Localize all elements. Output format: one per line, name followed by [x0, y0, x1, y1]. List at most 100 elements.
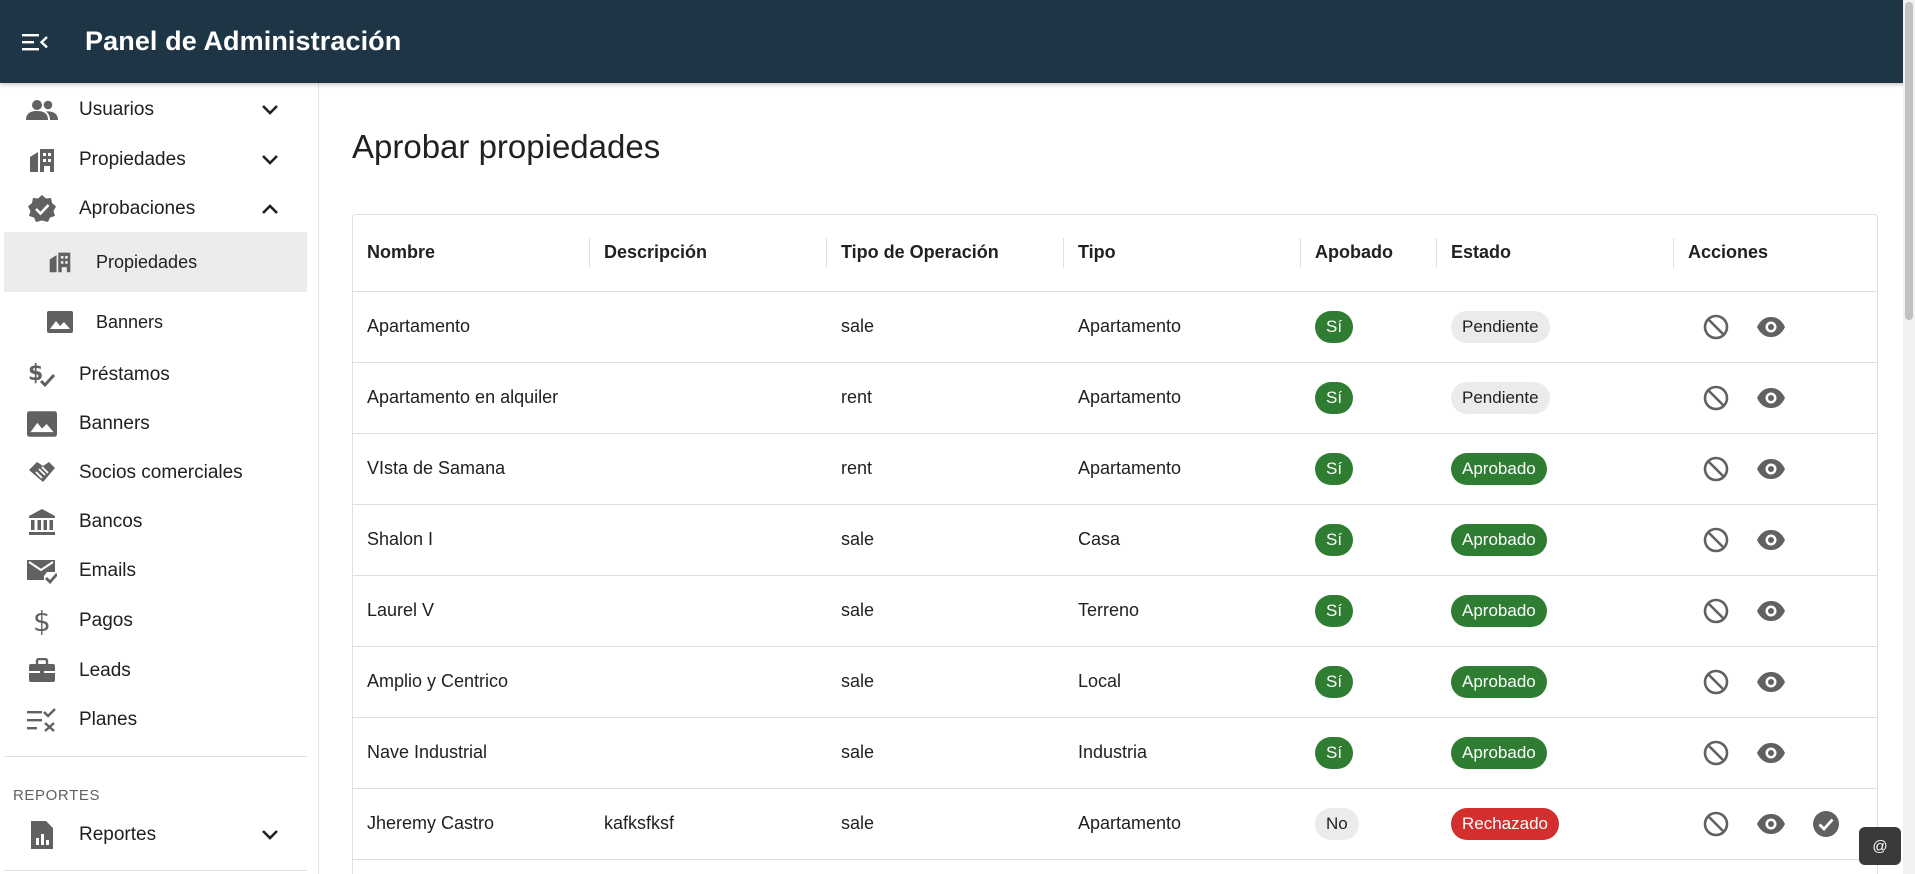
eye-icon[interactable]: [1755, 382, 1787, 414]
cell-estado: Rechazado: [1437, 788, 1674, 860]
cell-tipo-operacion: sale: [827, 717, 1064, 789]
cell-tipo-operacion: sale: [827, 788, 1064, 860]
sidebar-item-label: Socios comerciales: [79, 462, 243, 483]
block-icon[interactable]: [1700, 737, 1732, 769]
sidebar-item-leads[interactable]: Leads: [4, 647, 307, 695]
mark-email-read-icon: [26, 555, 58, 587]
approved-chip: Sí: [1315, 523, 1354, 556]
sidebar-item-label: Usuarios: [79, 99, 154, 120]
sidebar-item-planes[interactable]: Planes: [4, 696, 307, 744]
block-icon[interactable]: [1700, 595, 1732, 627]
main-content: Aprobar propiedades Nombre Descripción T…: [320, 83, 1895, 874]
sidebar-item-label: Aprobaciones: [79, 198, 196, 219]
table-row[interactable]: Laurel V sale Terreno Sí Aprobado: [353, 575, 1877, 647]
sidebar-item-label: Préstamos: [79, 364, 170, 385]
sidebar-item-emails[interactable]: Emails: [4, 547, 307, 595]
column-header-tipo[interactable]: Tipo: [1064, 215, 1301, 292]
cell-tipo-operacion: sale: [827, 504, 1064, 576]
sidebar-subitem-propiedades[interactable]: Propiedades: [4, 232, 307, 292]
cell-acciones: [1674, 646, 1877, 718]
app-title: Panel de Administración: [85, 26, 402, 56]
approved-chip: Sí: [1315, 594, 1354, 627]
cell-tipo: Casa: [1064, 504, 1301, 576]
briefcase-icon: [26, 655, 58, 687]
cell-tipo-operacion: rent: [827, 433, 1064, 505]
sidebar-item-reportes[interactable]: Reportes: [4, 811, 307, 859]
column-header-estado[interactable]: Estado: [1437, 215, 1674, 292]
scrollbar-thumb[interactable]: [1905, 2, 1913, 320]
sidebar-subitem-banners[interactable]: Banners: [4, 298, 307, 346]
table-row[interactable]: Shalon I sale Casa Sí Aprobado: [353, 504, 1877, 576]
table-row[interactable]: Apartamento en alquiler rent Apartamento Sí…: [353, 362, 1877, 434]
column-header-descripcion[interactable]: Descripción: [590, 215, 827, 292]
eye-icon[interactable]: [1755, 595, 1787, 627]
sidebar-item-banners[interactable]: Banners: [4, 400, 307, 448]
section-label-reportes: REPORTES: [13, 787, 101, 804]
cell-tipo: Industria: [1064, 717, 1301, 789]
menu-open-icon[interactable]: [20, 27, 50, 57]
block-icon[interactable]: [1700, 311, 1732, 343]
svg-text:$: $: [33, 606, 51, 636]
eye-icon[interactable]: [1755, 524, 1787, 556]
table-row[interactable]: Nave Industrial sale Industria Sí Aprobado: [353, 717, 1877, 789]
sidebar-item-label: Banners: [96, 311, 164, 332]
page-scrollbar[interactable]: [1903, 0, 1915, 874]
cell-descripcion: [590, 433, 827, 505]
sidebar-item-prestamos[interactable]: $ Préstamos: [4, 351, 307, 399]
column-header-nombre[interactable]: Nombre: [353, 215, 590, 292]
table-row[interactable]: VIsta de Samana rent Apartamento Sí Aprobado: [353, 433, 1877, 505]
floating-action-button[interactable]: @: [1859, 827, 1901, 865]
block-icon[interactable]: [1700, 524, 1732, 556]
column-header-acciones[interactable]: Acciones: [1674, 215, 1877, 292]
table-row[interactable]: Jheremy Castro kafksfksf sale Apartamento No…: [353, 788, 1877, 860]
sidebar-item-aprobaciones[interactable]: Aprobaciones: [4, 185, 307, 233]
eye-icon[interactable]: [1755, 311, 1787, 343]
cell-acciones: [1674, 717, 1877, 789]
sidebar-item-label: Emails: [79, 560, 137, 581]
eye-icon[interactable]: [1755, 453, 1787, 485]
eye-icon[interactable]: [1755, 808, 1787, 840]
table-row[interactable]: Apartamento sale Apartamento Sí Pendiente: [353, 291, 1877, 363]
column-header-tipo-operacion[interactable]: Tipo de Operación: [827, 215, 1064, 292]
cell-aprobado: Sí: [1301, 362, 1437, 434]
cell-nombre: Shalon I: [353, 504, 590, 576]
cell-descripcion: [590, 717, 827, 789]
sidebar-item-label: Leads: [79, 660, 131, 681]
cell-acciones: [1674, 362, 1877, 434]
eye-icon[interactable]: [1755, 737, 1787, 769]
status-badge: Aprobado: [1451, 594, 1547, 627]
sidebar-item-propiedades[interactable]: Propiedades: [4, 136, 307, 184]
cell-tipo: Apartamento: [1064, 433, 1301, 505]
checklist-icon: [26, 704, 58, 736]
block-icon[interactable]: [1700, 666, 1732, 698]
cell-nombre: Amplio y Centrico: [353, 646, 590, 718]
image-icon: [26, 408, 58, 440]
verified-badge-icon: [26, 193, 58, 225]
cell-aprobado: Sí: [1301, 433, 1437, 505]
block-icon[interactable]: [1700, 382, 1732, 414]
check-circle-icon[interactable]: [1810, 808, 1842, 840]
sidebar-item-label: Pagos: [79, 610, 133, 631]
column-header-aprobado[interactable]: Apobado: [1301, 215, 1437, 292]
chevron-down-icon: [256, 146, 284, 174]
sidebar-item-socios[interactable]: Socios comerciales: [4, 449, 307, 497]
sidebar-item-usuarios[interactable]: Usuarios: [4, 86, 307, 134]
block-icon[interactable]: [1700, 453, 1732, 485]
status-badge: Pendiente: [1451, 310, 1550, 343]
column-header-label: Tipo: [1078, 242, 1116, 263]
cell-estado: Aprobado: [1437, 504, 1674, 576]
cell-estado: Aprobado: [1437, 717, 1674, 789]
row-actions: [1688, 524, 1877, 556]
sidebar-item-bancos[interactable]: Bancos: [4, 498, 307, 546]
column-header-label: Estado: [1451, 242, 1512, 263]
sidebar-item-pagos[interactable]: $ Pagos: [4, 597, 307, 645]
cell-aprobado: Sí: [1301, 291, 1437, 363]
bank-icon: [26, 506, 58, 538]
table-row[interactable]: Amplio y Centrico sale Local Sí Aprobado: [353, 646, 1877, 718]
block-icon[interactable]: [1700, 808, 1732, 840]
sidebar-divider: [4, 870, 307, 871]
table-body: Apartamento sale Apartamento Sí Pendiente Apa…: [353, 291, 1877, 860]
cell-acciones: [1674, 433, 1877, 505]
cell-descripcion: [590, 362, 827, 434]
eye-icon[interactable]: [1755, 666, 1787, 698]
